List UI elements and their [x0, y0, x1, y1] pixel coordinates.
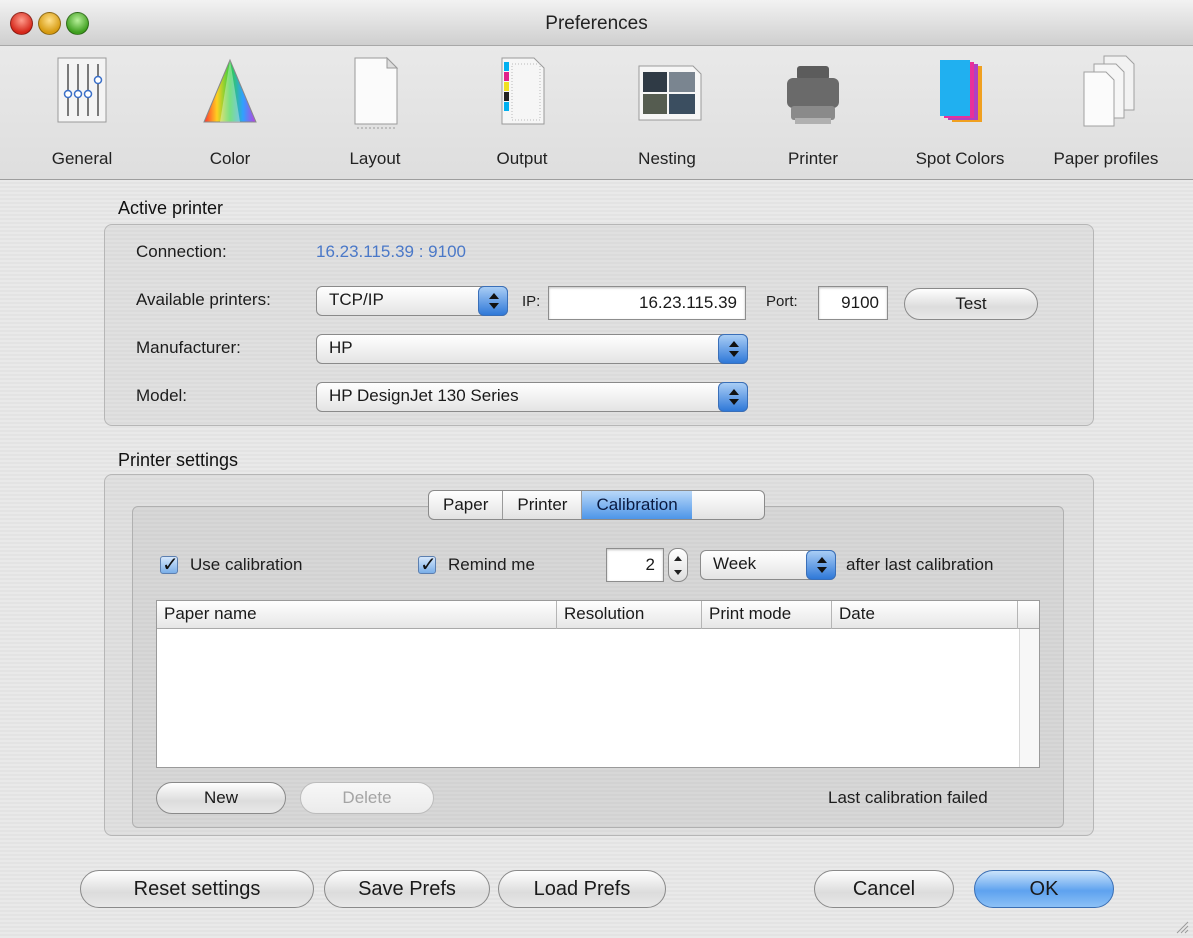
calibration-status: Last calibration failed [828, 788, 988, 807]
ip-address-field[interactable]: 16.23.115.39 [548, 286, 746, 320]
manufacturer-popup[interactable]: HP [316, 334, 748, 364]
spot-colors-icon [940, 60, 982, 122]
preferences-toolbar: General Color Layout Output Nesting Prin… [0, 46, 1193, 180]
ip-label: IP: [522, 293, 541, 310]
column-header-print-mode[interactable]: Print mode [702, 601, 832, 629]
remind-me-label: Remind me [448, 555, 535, 574]
remind-count-stepper[interactable] [668, 548, 688, 582]
port-label: Port: [766, 293, 798, 310]
column-header-paper-name[interactable]: Paper name [157, 601, 557, 629]
printer-settings-tabs: Paper Printer Calibration [428, 490, 765, 520]
minimize-window-button[interactable] [38, 12, 61, 35]
toolbar-item-output[interactable]: Output [452, 46, 592, 180]
toolbar-item-label: Spot Colors [915, 149, 1005, 168]
calibration-table[interactable]: Paper name Resolution Print mode Date [156, 600, 1040, 768]
toolbar-item-label: Layout [349, 149, 401, 168]
tab-calibration[interactable]: Calibration [582, 491, 692, 519]
new-calibration-button[interactable]: New [156, 782, 286, 814]
calibration-table-header: Paper name Resolution Print mode Date [157, 601, 1039, 629]
connection-value: 16.23.115.39 : 9100 [316, 242, 466, 261]
available-printers-label: Available printers: [136, 290, 271, 309]
port-field[interactable]: 9100 [818, 286, 888, 320]
toolbar-item-spot-colors[interactable]: Spot Colors [890, 46, 1030, 180]
tab-paper[interactable]: Paper [429, 491, 504, 519]
color-prism-icon [203, 58, 257, 123]
stepper-up-icon[interactable] [674, 556, 682, 561]
toolbar-item-color[interactable]: Color [160, 46, 300, 180]
popup-arrows-icon [718, 334, 748, 364]
active-printer-heading: Active printer [118, 198, 224, 218]
toolbar-item-paper-profiles[interactable]: Paper profiles [1036, 46, 1176, 180]
delete-calibration-button[interactable]: Delete [300, 782, 434, 814]
model-popup[interactable]: HP DesignJet 130 Series [316, 382, 748, 412]
use-calibration-checkbox[interactable]: ✓ [160, 554, 179, 576]
toolbar-item-label: Paper profiles [1053, 149, 1159, 168]
toolbar-item-label: Color [209, 149, 251, 168]
save-prefs-button[interactable]: Save Prefs [324, 870, 490, 908]
title-bar[interactable]: Preferences [0, 0, 1193, 46]
cancel-button[interactable]: Cancel [814, 870, 954, 908]
remind-me-checkbox[interactable]: ✓ [418, 554, 437, 576]
nesting-photos-icon [638, 65, 702, 121]
toolbar-item-label: Printer [787, 149, 839, 168]
window-title: Preferences [545, 13, 648, 34]
manufacturer-value: HP [329, 338, 353, 357]
popup-arrows-icon [478, 286, 508, 316]
use-calibration-label: Use calibration [190, 555, 303, 574]
manufacturer-label: Manufacturer: [136, 338, 241, 357]
toolbar-item-layout[interactable]: Layout [305, 46, 445, 180]
remind-period-popup[interactable]: Week [700, 550, 836, 580]
tab-printer[interactable]: Printer [503, 491, 583, 519]
toolbar-item-label: General [51, 149, 113, 168]
available-printers-popup[interactable]: TCP/IP [316, 286, 508, 316]
table-scrollbar[interactable] [1019, 629, 1039, 767]
toolbar-item-nesting[interactable]: Nesting [597, 46, 737, 180]
paper-profiles-icon [1083, 55, 1135, 127]
resize-grip-icon[interactable] [1175, 920, 1189, 934]
load-prefs-button[interactable]: Load Prefs [498, 870, 666, 908]
model-label: Model: [136, 386, 188, 405]
column-header-resolution[interactable]: Resolution [557, 601, 702, 629]
page-layout-icon [354, 56, 399, 129]
available-printers-value: TCP/IP [329, 290, 384, 309]
zoom-window-button[interactable] [66, 12, 89, 35]
preferences-window: Preferences General Color Layout Output … [0, 0, 1193, 938]
toolbar-item-general[interactable]: General [12, 46, 152, 180]
ok-button[interactable]: OK [974, 870, 1114, 908]
toolbar-item-printer[interactable]: Printer [743, 46, 883, 180]
after-last-calibration-label: after last calibration [846, 555, 994, 574]
reset-settings-button[interactable]: Reset settings [80, 870, 314, 908]
stepper-down-icon[interactable] [674, 570, 682, 575]
popup-arrows-icon [806, 550, 836, 580]
checkmark-icon: ✓ [420, 554, 437, 576]
popup-arrows-icon [718, 382, 748, 412]
connection-label: Connection: [136, 242, 227, 261]
toolbar-item-label: Output [496, 149, 548, 168]
toolbar-item-label: Nesting [638, 149, 696, 168]
column-header-date[interactable]: Date [832, 601, 1018, 629]
sliders-icon [57, 57, 107, 123]
remind-period-value: Week [713, 554, 757, 573]
test-button[interactable]: Test [904, 288, 1038, 320]
model-value: HP DesignJet 130 Series [329, 386, 519, 405]
close-window-button[interactable] [10, 12, 33, 35]
remind-count-field[interactable]: 2 [606, 548, 664, 582]
checkmark-icon: ✓ [162, 554, 179, 576]
printer-icon [787, 66, 839, 124]
printer-settings-heading: Printer settings [118, 450, 239, 470]
output-page-icon [501, 57, 545, 125]
